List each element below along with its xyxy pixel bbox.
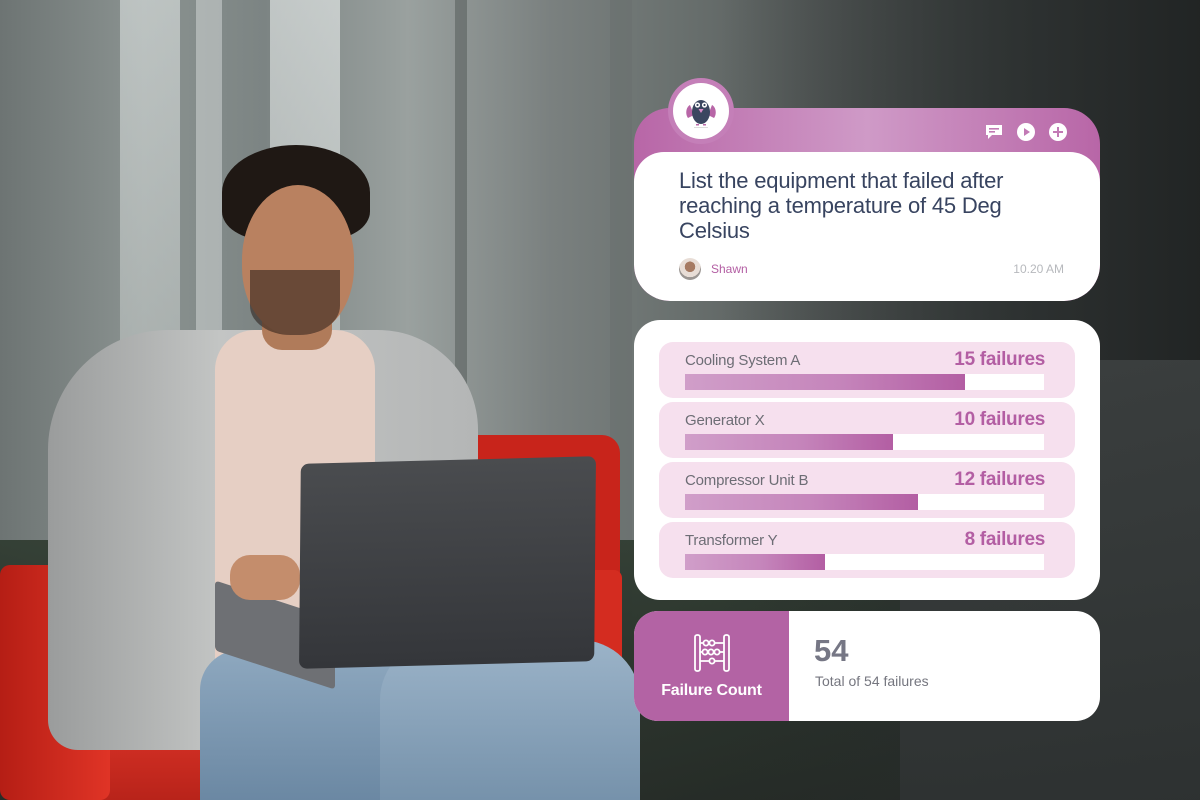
laptop [299, 456, 596, 669]
equipment-name: Cooling System A [685, 352, 801, 369]
failure-bar-fill [685, 554, 825, 570]
failure-count: 15 failures [954, 349, 1045, 370]
failure-count: 12 failures [954, 469, 1045, 490]
chat-actions [984, 122, 1068, 142]
equipment-row: Cooling System A 15 failures [659, 342, 1075, 398]
failure-bar-track [685, 434, 1044, 450]
failure-count-header: Failure Count [634, 611, 789, 721]
failure-bar-track [685, 554, 1044, 570]
chat-body: List the equipment that failed after rea… [634, 152, 1100, 301]
user-avatar [679, 258, 701, 280]
failure-bar-track [685, 494, 1044, 510]
total-failures-number: 54 [814, 633, 849, 668]
equipment-row: Generator X 10 failures [659, 402, 1075, 458]
equipment-name: Generator X [685, 412, 765, 429]
equipment-name: Compressor Unit B [685, 472, 809, 489]
total-failures-description: Total of 54 failures [815, 673, 929, 689]
failure-bar-fill [685, 374, 966, 390]
message-time: 10.20 AM [1013, 262, 1064, 276]
message-meta: Shawn 10.20 AM [679, 258, 1064, 280]
chat-icon[interactable] [984, 122, 1004, 142]
question-text: List the equipment that failed after rea… [679, 168, 1004, 243]
bot-avatar [668, 78, 734, 144]
failure-bar-fill [685, 434, 894, 450]
equipment-row: Compressor Unit B 12 failures [659, 462, 1075, 518]
failure-bar-fill [685, 494, 919, 510]
equipment-name: Transformer Y [685, 532, 778, 549]
failure-count: 10 failures [954, 409, 1045, 430]
abacus-icon [693, 634, 730, 672]
play-icon[interactable] [1016, 122, 1036, 142]
failure-count: 8 failures [964, 529, 1046, 550]
failure-count-card: Failure Count 54 Total of 54 failures [634, 611, 1100, 721]
person-beard [250, 270, 340, 335]
owl-bot-icon [686, 100, 716, 128]
results-card: Cooling System A 15 failures Generator X… [634, 320, 1100, 600]
failure-count-title: Failure Count [661, 682, 762, 699]
person-hand [230, 555, 300, 600]
user-name: Shawn [711, 262, 748, 276]
equipment-row: Transformer Y 8 failures [659, 522, 1075, 578]
plus-icon[interactable] [1048, 122, 1068, 142]
failure-bar-track [685, 374, 1044, 390]
